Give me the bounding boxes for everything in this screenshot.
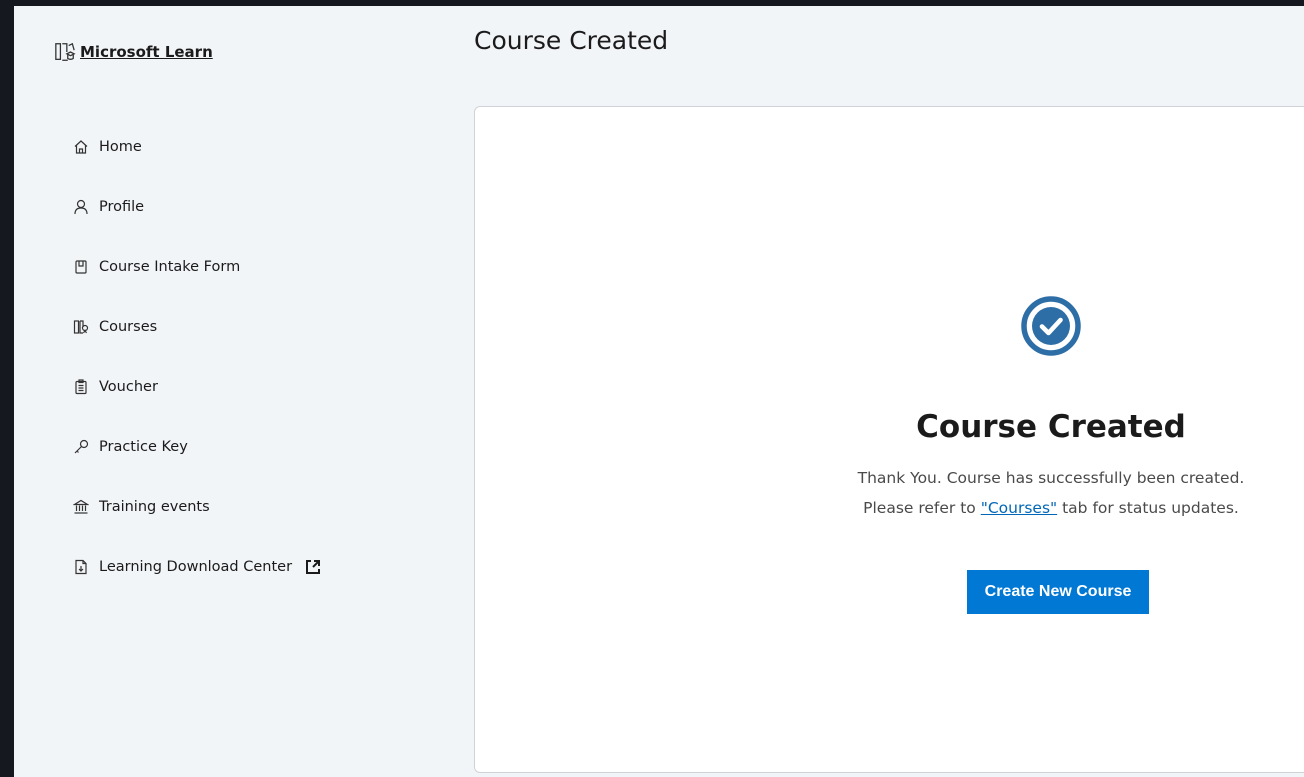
sidebar-item-learning-download-center[interactable]: Learning Download Center: [72, 537, 322, 597]
card-title: Course Created: [916, 409, 1186, 445]
external-link-icon: [304, 558, 322, 576]
key-icon: [72, 438, 90, 456]
sidebar-item-voucher[interactable]: Voucher: [72, 357, 322, 417]
institution-icon: [72, 498, 90, 516]
status-instruction: Please refer to "Courses" tab for status…: [475, 499, 1304, 517]
sidebar-item-label: Voucher: [99, 379, 158, 395]
sidebar-item-profile[interactable]: Profile: [72, 177, 322, 237]
create-new-course-button[interactable]: Create New Course: [967, 570, 1149, 614]
courses-tab-link[interactable]: "Courses": [981, 499, 1057, 517]
sidebar-item-practice-key[interactable]: Practice Key: [72, 417, 322, 477]
sidebar-item-label: Home: [99, 139, 142, 155]
page-title: Course Created: [474, 26, 669, 55]
brand-link[interactable]: Microsoft Learn: [54, 41, 213, 63]
sidebar-item-label: Course Intake Form: [99, 259, 241, 275]
app-window: Microsoft Learn Home Profile Course Inta…: [14, 6, 1304, 777]
check-circle-icon: [1021, 296, 1081, 356]
microsoft-learn-logo-icon: [55, 42, 76, 61]
voucher-icon: [72, 378, 90, 396]
sidebar-nav: Home Profile Course Intake Form Courses …: [72, 117, 322, 597]
instruction-prefix: Please refer to: [863, 499, 981, 517]
sidebar-item-label: Practice Key: [99, 439, 188, 455]
sidebar-item-label: Training events: [99, 499, 210, 515]
sidebar-item-label: Learning Download Center: [99, 559, 293, 575]
sidebar-item-courses[interactable]: Courses: [72, 297, 322, 357]
download-document-icon: [72, 558, 90, 576]
courses-icon: [72, 318, 90, 336]
success-message: Thank You. Course has successfully been …: [857, 469, 1245, 487]
sidebar-item-course-intake-form[interactable]: Course Intake Form: [72, 237, 322, 297]
sidebar-item-home[interactable]: Home: [72, 117, 322, 177]
person-icon: [72, 198, 90, 216]
confirmation-card: Course Created Thank You. Course has suc…: [474, 106, 1304, 773]
brand-label: Microsoft Learn: [80, 43, 213, 61]
form-icon: [72, 258, 90, 276]
sidebar-item-label: Profile: [99, 199, 145, 215]
instruction-suffix: tab for status updates.: [1057, 499, 1239, 517]
sidebar-item-training-events[interactable]: Training events: [72, 477, 322, 537]
home-icon: [72, 138, 90, 156]
sidebar-item-label: Courses: [99, 319, 158, 335]
